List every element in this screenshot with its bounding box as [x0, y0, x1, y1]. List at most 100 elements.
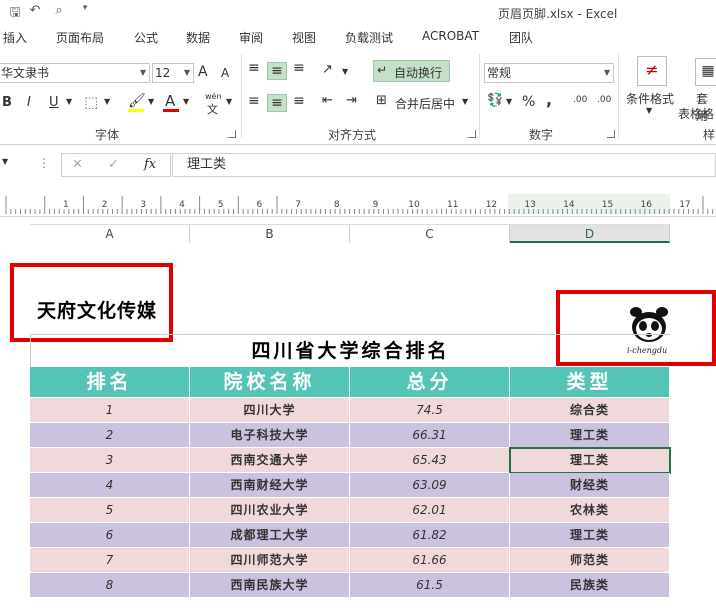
- column-header-b[interactable]: B: [190, 225, 350, 243]
- tab-insert[interactable]: 插入: [3, 29, 27, 46]
- tab-acrobat[interactable]: ACROBAT: [422, 29, 479, 43]
- cell-score[interactable]: 62.01: [350, 498, 510, 523]
- cell-score[interactable]: 61.82: [350, 523, 510, 548]
- pinyin-icon[interactable]: wén: [205, 92, 222, 101]
- column-header-d[interactable]: D: [510, 225, 670, 243]
- header-cell-name[interactable]: 院校名称: [190, 367, 350, 398]
- cell-type[interactable]: 综合类: [510, 398, 670, 423]
- comma-button[interactable]: ,: [546, 90, 552, 109]
- number-format-select[interactable]: 常规 ▼: [484, 63, 614, 83]
- orientation-icon[interactable]: ↗: [322, 62, 333, 77]
- cell-name[interactable]: 西南财经大学: [190, 473, 350, 498]
- tab-formulas[interactable]: 公式: [134, 29, 158, 46]
- chevron-down-icon[interactable]: ▼: [506, 97, 512, 106]
- print-preview-icon[interactable]: ⌕: [50, 3, 68, 21]
- cell-score[interactable]: 61.5: [350, 573, 510, 598]
- cell-type[interactable]: 财经类: [510, 473, 670, 498]
- column-header-c[interactable]: C: [350, 225, 510, 243]
- header-cell-rank[interactable]: 排名: [30, 367, 190, 398]
- chevron-down-icon[interactable]: ▼: [66, 97, 72, 106]
- cell-name[interactable]: 电子科技大学: [190, 423, 350, 448]
- cell-rank[interactable]: 2: [30, 423, 190, 448]
- column-header-a[interactable]: A: [30, 225, 190, 243]
- cell-score[interactable]: 63.09: [350, 473, 510, 498]
- tab-review[interactable]: 审阅: [239, 29, 263, 46]
- header-cell-type[interactable]: 类型: [510, 367, 670, 398]
- cell-type[interactable]: 理工类: [509, 447, 671, 474]
- shrink-font-button[interactable]: A: [221, 66, 229, 80]
- chevron-down-icon[interactable]: ▼: [2, 157, 8, 166]
- tab-page-layout[interactable]: 页面布局: [56, 29, 104, 46]
- cell-rank[interactable]: 7: [30, 548, 190, 573]
- chevron-down-icon[interactable]: ▼: [148, 97, 154, 106]
- cell-type[interactable]: 民族类: [510, 573, 670, 598]
- align-top-icon[interactable]: ≡: [248, 60, 260, 76]
- border-icon[interactable]: ⬚: [84, 93, 98, 111]
- table-format-icon[interactable]: ▦: [695, 58, 716, 86]
- align-middle-icon[interactable]: ≡: [267, 62, 287, 80]
- accounting-icon[interactable]: 💱: [487, 93, 503, 108]
- company-name[interactable]: 天府文化传媒: [37, 296, 157, 323]
- merge-icon[interactable]: ⊞: [376, 93, 387, 108]
- increase-indent-icon[interactable]: ⇥: [346, 93, 357, 108]
- align-bottom-icon[interactable]: ≡: [293, 60, 305, 76]
- cell-type[interactable]: 理工类: [510, 523, 670, 548]
- cell-name[interactable]: 四川大学: [190, 398, 350, 423]
- increase-decimal-button[interactable]: .00: [573, 95, 587, 105]
- header-cell-score[interactable]: 总分: [350, 367, 510, 398]
- bold-button[interactable]: B: [2, 95, 12, 110]
- cell-rank[interactable]: 5: [30, 498, 190, 523]
- cell-score[interactable]: 74.5: [350, 398, 510, 423]
- underline-button[interactable]: U: [49, 95, 59, 110]
- font-name-select[interactable]: 华文隶书 ▼: [0, 63, 150, 83]
- enter-icon[interactable]: ✓: [108, 157, 119, 172]
- cell-type[interactable]: 师范类: [510, 548, 670, 573]
- chevron-down-icon[interactable]: ▼: [104, 97, 110, 106]
- font-size-select[interactable]: 12 ▼: [152, 63, 194, 83]
- number-dialog-launcher-icon[interactable]: [607, 130, 615, 138]
- italic-button[interactable]: I: [27, 95, 31, 110]
- conditional-format-button[interactable]: 条件格式: [626, 90, 674, 107]
- cell-name[interactable]: 四川农业大学: [190, 498, 350, 523]
- chevron-down-icon[interactable]: ▼: [226, 97, 232, 106]
- table-format-line2[interactable]: 表格格: [678, 105, 714, 122]
- save-icon[interactable]: 🖫: [6, 3, 24, 21]
- align-right-icon[interactable]: ≡: [293, 93, 305, 109]
- cell-name[interactable]: 四川师范大学: [190, 548, 350, 573]
- cell-rank[interactable]: 4: [30, 473, 190, 498]
- cancel-icon[interactable]: ✕: [72, 157, 83, 172]
- grow-font-button[interactable]: A: [198, 64, 208, 80]
- table-title[interactable]: 四川省大学综合排名: [30, 334, 670, 367]
- font-color-icon[interactable]: A: [165, 92, 175, 110]
- cell-score[interactable]: 66.31: [350, 423, 510, 448]
- cell-name[interactable]: 成都理工大学: [190, 523, 350, 548]
- customize-toolbar-icon[interactable]: ▾: [76, 3, 94, 21]
- conditional-format-icon[interactable]: ≠: [637, 56, 667, 86]
- align-left-icon[interactable]: ≡: [248, 93, 260, 109]
- cell-name[interactable]: 西南民族大学: [190, 573, 350, 598]
- cell-type[interactable]: 理工类: [510, 423, 670, 448]
- formula-input[interactable]: 理工类: [172, 153, 716, 177]
- fill-color-icon[interactable]: 🖌: [128, 93, 146, 109]
- cell-rank[interactable]: 1: [30, 398, 190, 423]
- alignment-dialog-launcher-icon[interactable]: [468, 130, 476, 138]
- merge-center-button[interactable]: 合并后居中: [395, 95, 455, 112]
- cell-rank[interactable]: 8: [30, 573, 190, 598]
- chevron-down-icon[interactable]: ▼: [183, 97, 189, 106]
- cell-score[interactable]: 61.66: [350, 548, 510, 573]
- wrap-text-button[interactable]: ↵ 自动换行: [373, 60, 450, 82]
- insert-function-icon[interactable]: fx: [144, 157, 156, 172]
- cell-type[interactable]: 农林类: [510, 498, 670, 523]
- percent-button[interactable]: %: [522, 94, 535, 110]
- chevron-down-icon[interactable]: ▼: [462, 97, 468, 106]
- cell-score[interactable]: 65.43: [350, 448, 510, 473]
- cell-rank[interactable]: 3: [30, 448, 190, 473]
- align-center-icon[interactable]: ≡: [267, 94, 287, 112]
- chevron-down-icon[interactable]: ▼: [342, 67, 348, 76]
- chevron-down-icon[interactable]: ▼: [646, 106, 652, 115]
- tab-team[interactable]: 团队: [509, 29, 533, 46]
- tab-view[interactable]: 视图: [292, 29, 316, 46]
- cell-rank[interactable]: 6: [30, 523, 190, 548]
- tab-data[interactable]: 数据: [186, 29, 210, 46]
- font-dialog-launcher-icon[interactable]: [228, 130, 236, 138]
